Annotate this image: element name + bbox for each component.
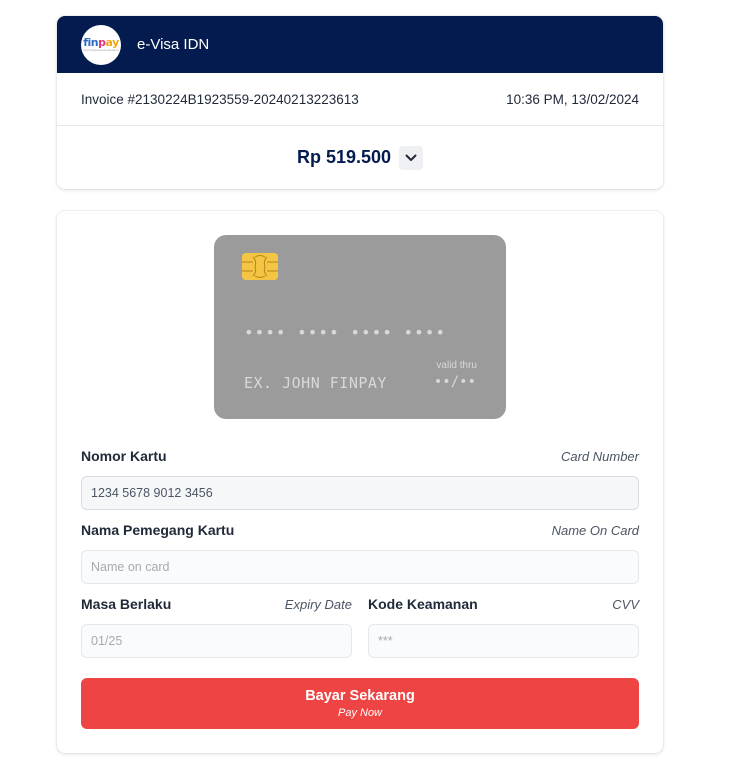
expiry-label: Masa Berlaku xyxy=(81,596,172,612)
card-preview: •••• •••• •••• •••• valid thru EX. JOHN … xyxy=(214,235,506,419)
logo-tagline: Your Payment Companion xyxy=(83,48,119,52)
valid-thru-label: valid thru xyxy=(436,360,477,371)
amount-row: Rp 519.500 xyxy=(57,126,663,189)
cvv-label-row: Kode Keamanan CVV xyxy=(368,596,639,612)
chevron-down-icon xyxy=(405,154,417,161)
invoice-number: Invoice #2130224B1923559-20240213223613 xyxy=(81,91,359,107)
expiry-input[interactable] xyxy=(81,624,352,658)
cvv-sublabel: CVV xyxy=(612,596,639,612)
cvv-label: Kode Keamanan xyxy=(368,596,478,612)
card-number-sublabel: Card Number xyxy=(560,448,639,464)
card-chip-icon xyxy=(242,253,278,280)
total-amount: Rp 519.500 xyxy=(296,147,392,167)
merchant-title: e-Visa IDN xyxy=(137,36,210,53)
amount-details-toggle[interactable] xyxy=(399,145,424,170)
card-name-label-row: Nama Pemegang Kartu Name On Card xyxy=(81,522,639,538)
pay-button-sublabel: Pay Now xyxy=(337,707,383,719)
invoice-datetime: 10:36 PM, 13/02/2024 xyxy=(506,91,639,107)
card-number-label: Nomor Kartu xyxy=(81,448,167,464)
pay-now-button[interactable]: Bayar Sekarang Pay Now xyxy=(81,678,639,729)
pay-button-label: Bayar Sekarang xyxy=(305,688,415,704)
card-name-sublabel: Name On Card xyxy=(551,522,639,538)
header-bar: finpay Your Payment Companion e-Visa IDN xyxy=(57,16,663,73)
card-name-input[interactable] xyxy=(81,550,639,584)
card-number-mask: •••• •••• •••• •••• xyxy=(244,323,447,342)
card-number-input[interactable] xyxy=(81,476,639,510)
invoice-row: Invoice #2130224B1923559-20240213223613 … xyxy=(57,73,663,126)
card-holder-preview: EX. JOHN FINPAY xyxy=(244,374,387,392)
payment-form-panel: •••• •••• •••• •••• valid thru EX. JOHN … xyxy=(57,211,663,753)
card-number-label-row: Nomor Kartu Card Number xyxy=(81,448,639,464)
cvv-input[interactable] xyxy=(368,624,639,658)
expiry-sublabel: Expiry Date xyxy=(284,596,352,612)
finpay-logo: finpay Your Payment Companion xyxy=(81,24,121,65)
logo-wordmark: finpay xyxy=(83,36,119,49)
valid-thru-mask: ••/•• xyxy=(433,374,476,390)
card-name-label: Nama Pemegang Kartu xyxy=(81,522,235,538)
expiry-label-row: Masa Berlaku Expiry Date xyxy=(81,596,352,612)
invoice-panel: finpay Your Payment Companion e-Visa IDN… xyxy=(57,16,663,189)
